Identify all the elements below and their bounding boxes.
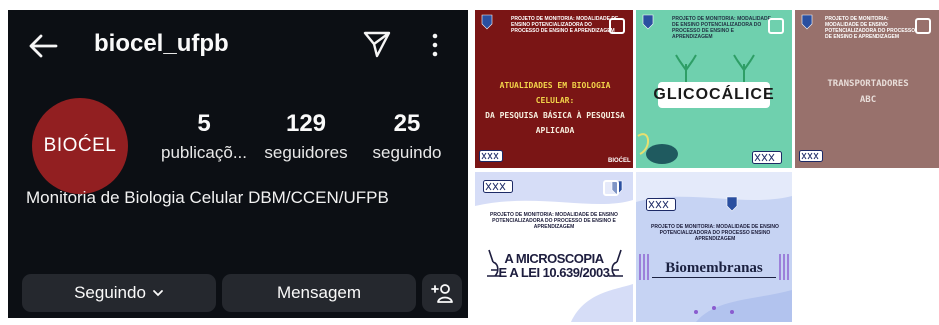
following-button[interactable]: Seguindo: [22, 274, 216, 312]
stat-following[interactable]: 25 seguindo: [364, 110, 450, 164]
following-label: seguindo: [372, 143, 442, 162]
post-title-line: TRANSPORTADORES: [827, 79, 909, 89]
carousel-icon: [915, 18, 931, 34]
avatar-logo-text: BIOĆEL: [43, 135, 117, 156]
post-title-line: DA PESQUISA BÁSICA À PESQUISA: [485, 111, 625, 120]
cell-illustration: [637, 133, 678, 164]
message-button-label: Mensagem: [276, 283, 362, 302]
carousel-icon: [609, 18, 625, 34]
carousel-icon: [768, 18, 784, 34]
post-header-text: PROJETO DE MONITORIA: MODALIDADE DE ENSI…: [651, 224, 779, 242]
post-title-line: ATUALIDADES EM BIOLOGIA CELULAR:: [499, 81, 611, 105]
profile-username: biocel_ufpb: [94, 30, 229, 57]
add-person-button[interactable]: [422, 274, 462, 312]
university-crest-icon: [481, 14, 493, 30]
post-title: A MICROSCOPIA E A LEI 10.639/2003: [497, 252, 611, 280]
post-title: TRANSPORTADORES ABC: [803, 76, 933, 108]
post-header-text: PROJETO DE MONITORIA: MODALIDADE DE ENSI…: [490, 212, 618, 230]
university-crest-icon: [801, 14, 813, 30]
posts-count: 5: [197, 110, 211, 137]
chevron-down-icon: [153, 290, 163, 297]
stat-followers[interactable]: 129 seguidores: [254, 110, 358, 164]
message-button[interactable]: Mensagem: [222, 274, 416, 312]
stat-posts: 5 publicaçõ...: [154, 110, 254, 164]
following-button-label: Seguindo: [74, 283, 146, 302]
post-tile[interactable]: PROJETO DE MONITORIA: MODALIDADE DE ENSI…: [636, 10, 792, 168]
profile-bio: Monitoria de Biologia Celular DBM/CCEN/U…: [26, 188, 389, 207]
post-title-line: APLICADA: [535, 126, 575, 135]
carousel-icon: [603, 180, 619, 196]
followers-label: seguidores: [264, 143, 348, 162]
followers-count: 129: [285, 110, 327, 137]
post-title: Biomembranas: [652, 260, 776, 278]
post-title: GLICOCÁLICE: [653, 82, 774, 108]
project-logo-icon: [483, 180, 513, 193]
following-count: 25: [393, 110, 421, 137]
post-header-text: PROJETO DE MONITORIA: MODALIDADE DE ENSI…: [825, 16, 916, 40]
project-logo-icon: [646, 198, 676, 211]
post-header-text: PROJETO DE MONITORIA: MODALIDADE DE ENSI…: [511, 16, 619, 34]
posts-grid: PROJETO DE MONITORIA: MODALIDADE DE ENSI…: [475, 10, 939, 322]
profile-panel: biocel_ufpb BIOĆEL 5 publicaçõ... 129 se…: [8, 10, 468, 318]
paper-plane-icon[interactable]: [362, 29, 392, 59]
post-tile[interactable]: PROJETO DE MONITORIA: MODALIDADE DE ENSI…: [795, 10, 939, 168]
post-tile[interactable]: PROJETO DE MONITORIA: MODALIDADE DE ENSI…: [475, 172, 633, 322]
university-crest-icon: [642, 14, 654, 30]
post-title-line: ABC: [859, 95, 877, 105]
arrow-left-icon[interactable]: [26, 32, 60, 60]
post-title: ATUALIDADES EM BIOLOGIA CELULAR: DA PESQ…: [483, 78, 627, 138]
project-logo-icon: [752, 151, 782, 164]
posts-label: publicaçõ...: [161, 143, 247, 162]
vertical-dots-icon[interactable]: [426, 30, 444, 60]
project-logo-icon: [479, 150, 503, 162]
add-person-icon: [431, 284, 453, 303]
post-header-text: PROJETO DE MONITORIA: MODALIDADE DE ENSI…: [672, 16, 771, 40]
top-bar: biocel_ufpb: [8, 10, 468, 82]
university-crest-icon: [726, 196, 738, 212]
avatar[interactable]: BIOĆEL: [32, 98, 128, 194]
post-tile[interactable]: PROJETO DE MONITORIA: MODALIDADE DE ENSI…: [636, 172, 792, 322]
post-title-line: A MICROSCOPIA: [504, 251, 604, 266]
post-title-line: E A LEI 10.639/2003: [498, 265, 610, 280]
biocel-logo: BIOĆEL: [608, 158, 631, 164]
post-background-shapes: [636, 172, 792, 322]
project-logo-icon: [799, 150, 823, 162]
glycocalyx-illustration: [675, 54, 755, 82]
post-tile[interactable]: PROJETO DE MONITORIA: MODALIDADE DE ENSI…: [475, 10, 633, 168]
